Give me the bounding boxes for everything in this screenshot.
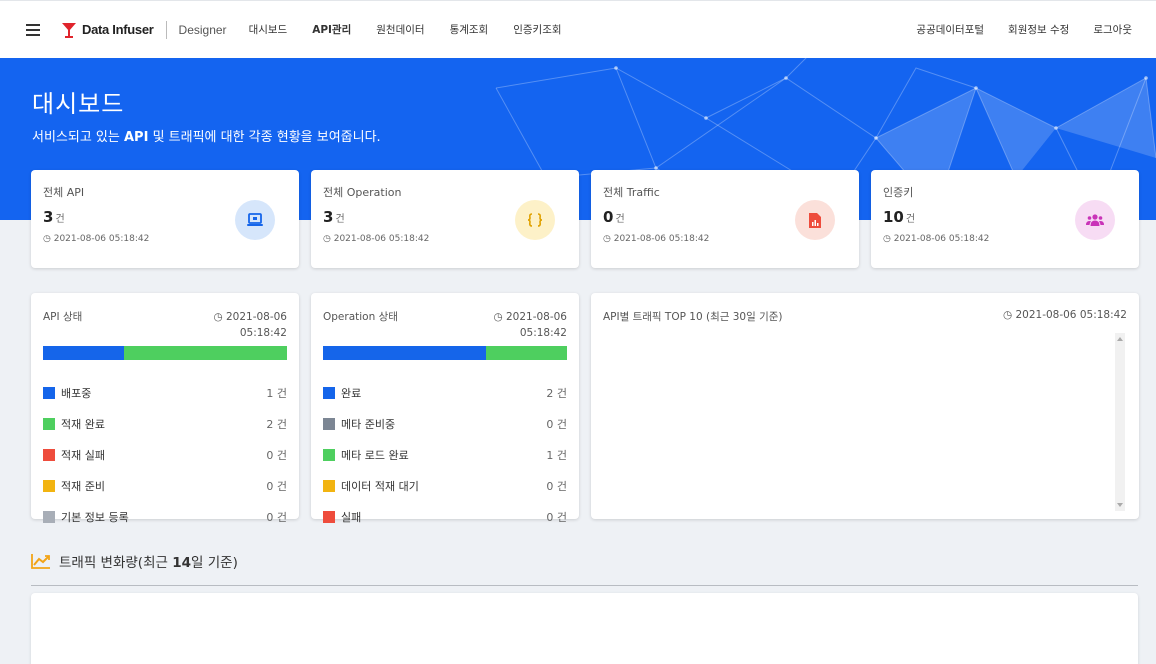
legend-item: 적재 실패 0 건 xyxy=(43,439,287,470)
stat-icon-circle xyxy=(235,200,275,240)
scroll-down-arrow-icon[interactable] xyxy=(1117,503,1123,507)
panel-header: Operation 상태 ◷ 2021-08-06 05:18:42 xyxy=(323,309,567,341)
stat-card-total-operation: 전체 Operation 3건 ◷ 2021-08-06 05:18:42 xyxy=(311,170,579,268)
panel-title: API 상태 xyxy=(43,311,83,323)
stat-card-total-traffic: 전체 Traffic 0건 ◷ 2021-08-06 05:18:42 xyxy=(591,170,859,268)
stat-card-total-api: 전체 API 3건 ◷ 2021-08-06 05:18:42 xyxy=(31,170,299,268)
legend-item: 메타 준비중 0 건 xyxy=(323,408,567,439)
legend-item: 실패 0 건 xyxy=(323,501,567,532)
nav-edit-profile[interactable]: 회원정보 수정 xyxy=(1008,22,1069,37)
monitor-icon xyxy=(247,213,263,226)
logo-icon xyxy=(62,22,76,38)
top-navbar: Data Infuser Designer 대시보드 API관리 원천데이터 통… xyxy=(0,0,1156,58)
legend-swatch xyxy=(43,386,55,399)
status-bar xyxy=(323,346,567,360)
panel-timestamp: ◷ 2021-08-06 05:18:42 xyxy=(1002,309,1127,321)
stat-label: 전체 Traffic xyxy=(603,186,660,199)
legend-swatch xyxy=(43,448,55,461)
line-chart-icon xyxy=(31,554,50,569)
status-bar-segment-complete xyxy=(323,346,486,360)
legend-item: 적재 준비 0 건 xyxy=(43,470,287,501)
legend-swatch xyxy=(43,479,55,492)
legend-swatch xyxy=(43,417,55,430)
nav-auth-key[interactable]: 인증키조회 xyxy=(513,22,561,37)
stat-icon-circle xyxy=(515,200,555,240)
legend-item: 데이터 적재 대기 0 건 xyxy=(323,470,567,501)
legend-swatch xyxy=(323,448,335,461)
page-title: 대시보드 xyxy=(32,90,125,118)
main-nav: 대시보드 API관리 원천데이터 통계조회 인증키조회 xyxy=(249,22,562,37)
legend-item: 배포중 1 건 xyxy=(43,377,287,408)
stat-label: 전체 Operation xyxy=(323,186,402,199)
stat-label: 전체 API xyxy=(43,186,85,199)
nav-statistics[interactable]: 통계조회 xyxy=(450,22,489,37)
stat-label: 인증키 xyxy=(883,186,914,199)
panel-timestamp: ◷ 2021-08-06 05:18:42 xyxy=(213,311,287,339)
nav-logout[interactable]: 로그아웃 xyxy=(1093,22,1132,37)
logo-subtitle: Designer xyxy=(178,22,227,37)
legend-swatch xyxy=(323,417,335,430)
status-legend: 완료 2 건 메타 준비중 0 건 메타 로드 완료 1 건 데이터 적재 대기 0 건… xyxy=(323,377,567,532)
api-status-panel: API 상태 ◷ 2021-08-06 05:18:42 배포중 1 건 적재 완료… xyxy=(31,293,299,524)
legend-swatch xyxy=(43,510,55,523)
traffic-trend-chart-area xyxy=(31,593,1138,664)
user-nav: 공공데이터포털 회원정보 수정 로그아웃 xyxy=(916,22,1132,37)
nav-api-manage[interactable]: API관리 xyxy=(312,22,351,37)
panel-title: API별 트래픽 TOP 10 (최근 30일 기준) xyxy=(603,311,783,323)
menu-hamburger-icon[interactable] xyxy=(26,23,40,36)
logo-text: Data Infuser xyxy=(82,22,154,37)
legend-item: 완료 2 건 xyxy=(323,377,567,408)
chart-file-icon xyxy=(809,212,821,228)
page-description: 서비스되고 있는 API 및 트래픽에 대한 각종 현황을 보여줍니다. xyxy=(32,130,381,145)
stat-card-auth-key: 인증키 10 건 ◷ 2021-08-06 05:18:42 xyxy=(871,170,1139,268)
legend-item: 적재 완료 2 건 xyxy=(43,408,287,439)
code-braces-icon xyxy=(527,213,543,227)
status-legend: 배포중 1 건 적재 완료 2 건 적재 실패 0 건 적재 준비 0 건 기본 정보 … xyxy=(43,377,287,532)
logo-separator xyxy=(165,20,167,39)
legend-swatch xyxy=(323,510,335,523)
nav-source-data[interactable]: 원천데이터 xyxy=(376,22,424,37)
traffic-trend-title: 트래픽 변화량(최근 14일 기준) xyxy=(31,551,238,571)
panel-timestamp: ◷ 2021-08-06 05:18:42 xyxy=(493,311,567,339)
status-bar-segment-loaded xyxy=(124,346,287,360)
legend-item: 기본 정보 등록 0 건 xyxy=(43,501,287,532)
stat-icon-circle xyxy=(795,200,835,240)
status-bar xyxy=(43,346,287,360)
panel-header: API별 트래픽 TOP 10 (최근 30일 기준) ◷ 2021-08-06… xyxy=(603,309,1127,324)
panel-header: API 상태 ◷ 2021-08-06 05:18:42 xyxy=(43,309,287,341)
panel-title: Operation 상태 xyxy=(323,311,398,323)
nav-dashboard[interactable]: 대시보드 xyxy=(249,22,288,37)
status-bar-segment-meta-loaded xyxy=(485,346,567,360)
legend-swatch xyxy=(323,479,335,492)
section-divider xyxy=(31,585,1138,586)
operation-status-panel: Operation 상태 ◷ 2021-08-06 05:18:42 완료 2 건 … xyxy=(311,293,579,524)
status-bar-segment-deploying xyxy=(43,346,125,360)
stat-icon-circle xyxy=(1075,200,1115,240)
traffic-top10-panel: API별 트래픽 TOP 10 (최근 30일 기준) ◷ 2021-08-06… xyxy=(591,293,1139,519)
scroll-up-arrow-icon[interactable] xyxy=(1117,337,1123,341)
legend-swatch xyxy=(323,386,335,399)
nav-public-portal[interactable]: 공공데이터포털 xyxy=(916,22,984,37)
users-icon xyxy=(1086,214,1104,226)
logo[interactable]: Data Infuser Designer xyxy=(60,20,227,39)
top10-scrollbar[interactable] xyxy=(1115,333,1125,511)
legend-item: 메타 로드 완료 1 건 xyxy=(323,439,567,470)
